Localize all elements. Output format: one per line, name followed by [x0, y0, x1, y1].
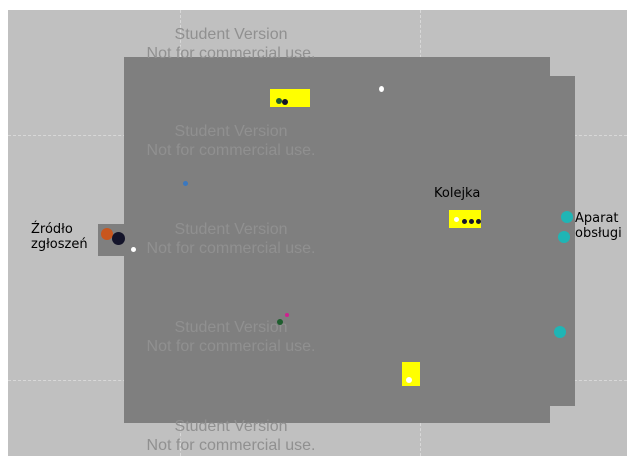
entity-dot — [476, 219, 481, 224]
watermark: Student Version Not for commercial use. — [98, 122, 364, 160]
server-dot — [554, 326, 566, 338]
watermark-line2: Not for commercial use. — [146, 142, 316, 159]
entity-dot — [406, 377, 412, 383]
entity-dot — [183, 181, 188, 186]
watermark: Student Version Not for commercial use. — [98, 318, 364, 356]
watermark: Student Version Not for commercial use. — [98, 220, 364, 258]
entity-dot — [277, 319, 283, 325]
entity-dot — [282, 99, 288, 105]
watermark: Student Version Not for commercial use. — [98, 417, 364, 455]
server-label: Aparat obsługi — [575, 211, 622, 241]
server-dot — [561, 211, 573, 223]
entity-dot — [379, 86, 384, 92]
watermark-line2: Not for commercial use. — [146, 338, 316, 355]
entity-dot — [462, 219, 467, 224]
watermark: Student Version Not for commercial use. — [98, 25, 364, 63]
watermark-line1: Student Version — [174, 123, 288, 140]
watermark-line2: Not for commercial use. — [146, 240, 316, 257]
entity-dot — [469, 219, 474, 224]
source-label: Źródło zgłoszeń — [31, 222, 88, 252]
watermark-line1: Student Version — [174, 221, 288, 238]
entity-dot — [112, 232, 125, 245]
server-dot — [558, 231, 570, 243]
queue-marker-bottom — [402, 362, 420, 386]
watermark-line2: Not for commercial use. — [146, 437, 316, 454]
watermark-line1: Student Version — [174, 26, 288, 43]
entity-dot — [285, 313, 289, 317]
queue-label: Kolejka — [434, 186, 481, 201]
watermark-line1: Student Version — [174, 319, 288, 336]
entity-dot — [454, 217, 459, 222]
entity-dot — [131, 247, 136, 252]
watermark-line1: Student Version — [174, 418, 288, 435]
watermark-line2: Not for commercial use. — [146, 45, 316, 62]
